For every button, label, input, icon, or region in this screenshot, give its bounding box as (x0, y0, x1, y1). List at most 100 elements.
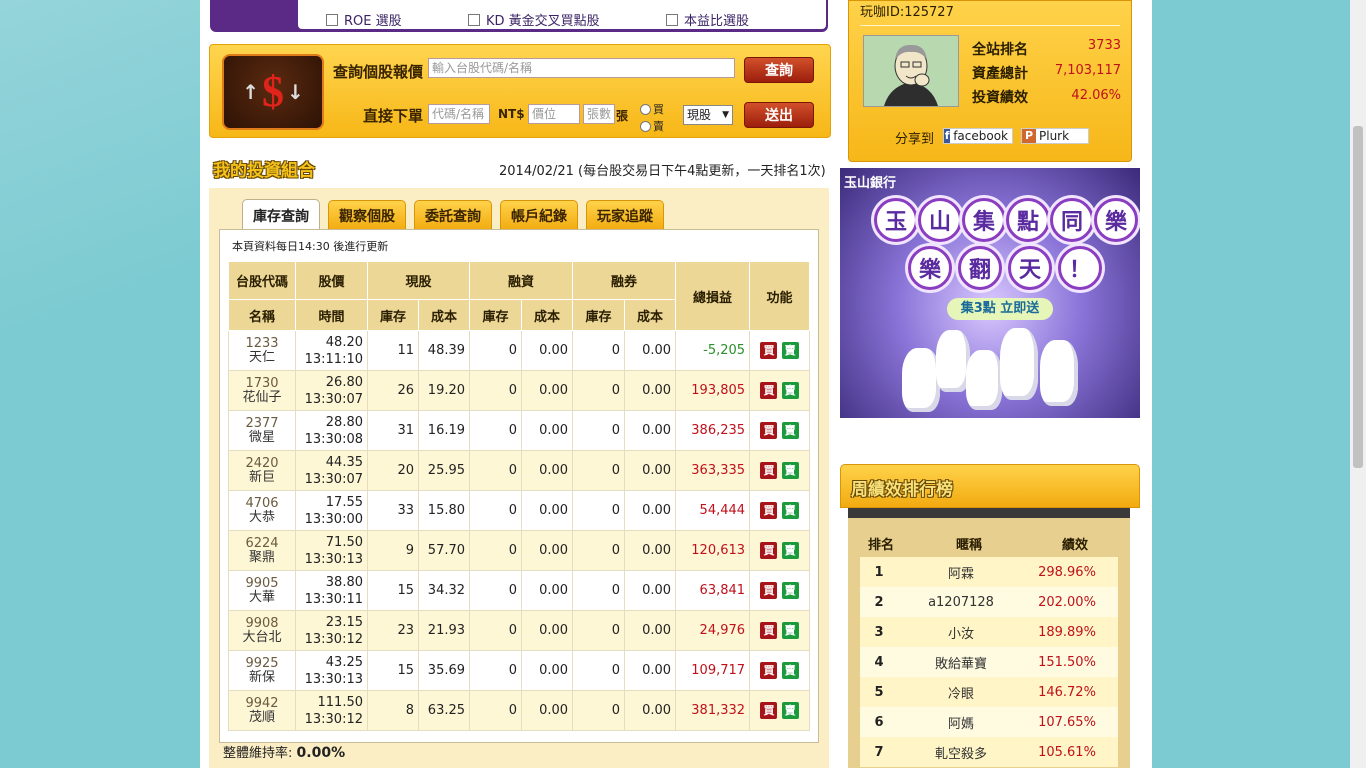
function-cell: 買 賣 (749, 410, 811, 451)
checkbox-icon[interactable] (468, 13, 480, 26)
ranking-nickname[interactable]: 小汝 (898, 623, 1024, 642)
stock-name[interactable]: 花仙子 (233, 390, 291, 405)
sell-button[interactable]: 賣 (781, 382, 799, 399)
stock-name[interactable]: 新保 (233, 670, 291, 685)
ranking-performance: 202.00% (1038, 594, 1096, 610)
header-name: 名稱 (228, 299, 296, 331)
stock-code[interactable]: 9908 (245, 616, 278, 631)
cash-qty: 31 (367, 410, 419, 451)
buy-button[interactable]: 買 (760, 622, 778, 639)
price-input[interactable]: 價位 (528, 104, 580, 124)
total-pnl: 363,335 (675, 450, 751, 491)
tab-account-log[interactable]: 帳戶紀錄 (500, 200, 578, 231)
buy-button[interactable]: 買 (760, 582, 778, 599)
stock-name[interactable]: 茂順 (233, 710, 291, 725)
buy-button[interactable]: 買 (760, 662, 778, 679)
sell-button[interactable]: 賣 (781, 622, 799, 639)
cash-qty: 15 (367, 570, 419, 611)
sell-button[interactable]: 賣 (781, 342, 799, 359)
sell-button[interactable]: 賣 (781, 422, 799, 439)
ranking-nickname[interactable]: 敗給華寶 (898, 653, 1024, 672)
cash-qty: 26 (367, 370, 419, 411)
buy-button[interactable]: 買 (760, 382, 778, 399)
short-qty: 0 (572, 450, 626, 491)
sell-radio[interactable]: 賣 (640, 118, 664, 134)
margin-cost: 0.00 (521, 450, 574, 491)
filter-roe[interactable]: ROE 選股 (326, 10, 402, 29)
buy-button[interactable]: 買 (760, 342, 778, 359)
stock-code[interactable]: 1730 (245, 376, 278, 391)
quote-search-input[interactable]: 輸入台股代碼/名稱 (428, 58, 735, 78)
share-facebook-button[interactable]: f facebook (943, 128, 1013, 144)
stock-name[interactable]: 微星 (233, 430, 291, 445)
stock-code[interactable]: 1233 (245, 336, 278, 351)
stock-code[interactable]: 6224 (245, 536, 278, 551)
ranking-nickname[interactable]: a1207128 (898, 595, 1024, 610)
ranking-nickname[interactable]: 冷眼 (898, 683, 1024, 702)
tab-watchlist[interactable]: 觀察個股 (328, 200, 406, 231)
scrollbar[interactable] (1350, 0, 1366, 768)
buy-button[interactable]: 買 (760, 702, 778, 719)
function-cell: 買 賣 (749, 490, 811, 531)
header-stock: 庫存 (367, 299, 419, 331)
sell-button[interactable]: 賣 (781, 702, 799, 719)
ranking-nickname[interactable]: 阿媽 (898, 713, 1024, 732)
stock-name[interactable]: 大恭 (233, 510, 291, 525)
cash-qty: 20 (367, 450, 419, 491)
short-cost: 0.00 (624, 570, 677, 611)
function-cell: 買 賣 (749, 570, 811, 611)
stock-price: 43.25 (325, 654, 363, 670)
tab-inventory[interactable]: 庫存查詢 (242, 199, 320, 231)
order-code-input[interactable]: 代碼/名稱 (428, 104, 490, 124)
buy-radio[interactable]: 買 (640, 101, 664, 117)
ranking-nickname[interactable]: 軋空殺多 (898, 743, 1024, 762)
order-type-select[interactable]: 現股 ▼ (683, 105, 733, 125)
filter-kd[interactable]: KD 黃金交叉買點股 (468, 10, 600, 29)
stock-name[interactable]: 天仁 (233, 350, 291, 365)
stock-code[interactable]: 9925 (245, 656, 278, 671)
sell-button[interactable]: 賣 (781, 502, 799, 519)
buy-button[interactable]: 買 (760, 502, 778, 519)
checkbox-icon[interactable] (326, 13, 338, 26)
quote-button[interactable]: 查詢 (744, 57, 814, 83)
tab-player-tracking[interactable]: 玩家追蹤 (586, 200, 664, 231)
sell-button[interactable]: 賣 (781, 582, 799, 599)
quantity-input[interactable]: 張數 (583, 104, 615, 124)
ranking-header: 周績效排行榜 (840, 464, 1140, 508)
stock-name[interactable]: 大華 (233, 590, 291, 605)
checkbox-icon[interactable] (666, 13, 678, 26)
ranking-performance: 151.50% (1038, 654, 1096, 670)
portfolio-date-note: 2014/02/21 (每台股交易日下午4點更新，一天排名1次) (499, 164, 826, 179)
sell-button[interactable]: 賣 (781, 662, 799, 679)
table-row: 9905 大華 38.80 13:30:11 15 34.32 0 0.00 0 0.00 63,8… (228, 570, 811, 611)
filter-pe[interactable]: 本益比選股 (666, 10, 749, 29)
cash-cost: 21.93 (417, 610, 471, 651)
sell-button[interactable]: 賣 (781, 462, 799, 479)
buy-button[interactable]: 買 (760, 462, 778, 479)
header-cost: 成本 (417, 299, 471, 331)
stock-name[interactable]: 大台北 (233, 630, 291, 645)
player-profile: 玩咖ID:125727 全站排名 3733 資產總計 7,103,117 投資績… (848, 0, 1132, 162)
banner-char: 點 (1006, 198, 1050, 242)
price-time-cell: 71.50 13:30:13 (295, 530, 368, 571)
margin-cost: 0.00 (521, 490, 574, 531)
sell-button[interactable]: 賣 (781, 542, 799, 559)
share-plurk-button[interactable]: P Plurk (1021, 128, 1089, 144)
buy-button[interactable]: 買 (760, 422, 778, 439)
stock-code[interactable]: 4706 (245, 496, 278, 511)
bank-promo-banner[interactable]: 玉山銀行 玉 山 集 點 同 樂 樂 翻 天 ！ 集3點 立即送 (840, 168, 1140, 418)
ranking-nickname[interactable]: 阿霖 (898, 563, 1024, 582)
buy-button[interactable]: 買 (760, 542, 778, 559)
stock-code[interactable]: 9905 (245, 576, 278, 591)
stock-code[interactable]: 2420 (245, 456, 278, 471)
short-qty: 0 (572, 570, 626, 611)
stock-code[interactable]: 9942 (245, 696, 278, 711)
tab-orders[interactable]: 委託查詢 (414, 200, 492, 231)
stock-code[interactable]: 2377 (245, 416, 278, 431)
price-time-cell: 38.80 13:30:11 (295, 570, 368, 611)
stock-name[interactable]: 聚鼎 (233, 550, 291, 565)
scrollbar-thumb[interactable] (1353, 126, 1363, 468)
submit-order-button[interactable]: 送出 (744, 102, 814, 128)
stock-name[interactable]: 新巨 (233, 470, 291, 485)
short-qty: 0 (572, 650, 626, 691)
